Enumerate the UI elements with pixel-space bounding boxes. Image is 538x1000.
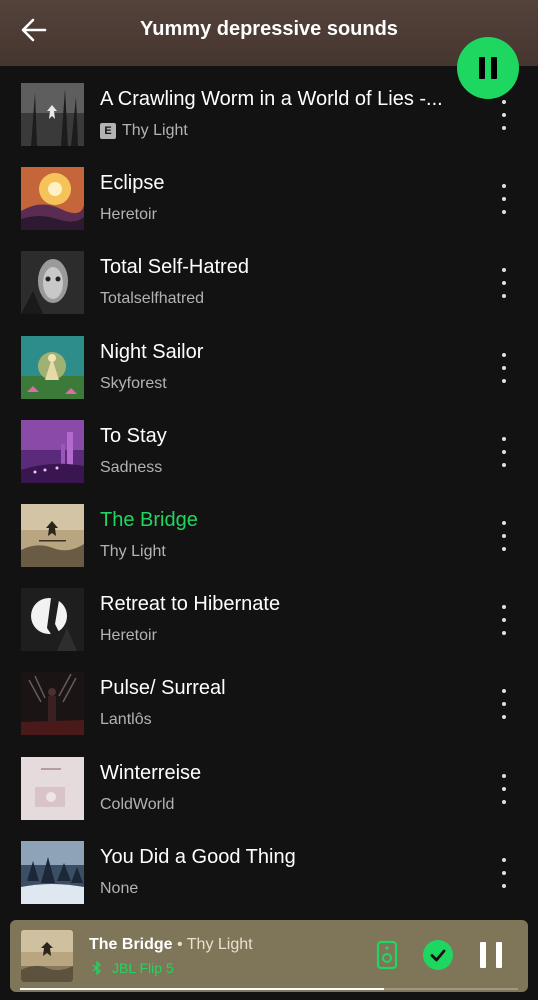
device-name: JBL Flip 5 bbox=[112, 960, 174, 976]
track-title: Pulse/ Surreal bbox=[100, 677, 226, 700]
track-title: A Crawling Worm in a World of Lies -... bbox=[100, 88, 443, 110]
track-title: Retreat to Hibernate bbox=[100, 593, 281, 616]
mini-pause-button[interactable] bbox=[480, 942, 502, 968]
album-cover bbox=[21, 335, 84, 399]
more-options-icon[interactable] bbox=[494, 773, 514, 804]
track-row[interactable]: Retreat to Hibernate Heretoir bbox=[0, 571, 538, 655]
track-artist: Skyforest bbox=[100, 374, 167, 392]
playlist-pause-button[interactable] bbox=[457, 37, 519, 99]
track-artist: Sadness bbox=[100, 458, 163, 476]
now-playing-separator: • bbox=[172, 936, 187, 953]
track-row[interactable]: The Bridge Thy Light bbox=[0, 487, 538, 571]
playback-progress-fill bbox=[20, 988, 384, 990]
track-title: The Bridge bbox=[100, 508, 198, 531]
album-cover bbox=[21, 588, 84, 652]
explicit-badge: E bbox=[100, 123, 116, 139]
now-playing-title: The Bridge bbox=[89, 936, 173, 953]
more-options-icon[interactable] bbox=[494, 268, 514, 299]
track-title: Night Sailor bbox=[100, 340, 204, 363]
track-title: Winterreise bbox=[100, 761, 202, 784]
track-row[interactable]: To Stay Sadness bbox=[0, 403, 538, 487]
playlist-screen: Yummy depressive sounds A Crawling Worm … bbox=[0, 0, 538, 1000]
album-cover bbox=[21, 756, 84, 820]
album-cover bbox=[21, 251, 84, 315]
pause-icon bbox=[480, 942, 486, 968]
track-subtitle: None bbox=[100, 880, 138, 898]
playlist-header: Yummy depressive sounds bbox=[0, 0, 538, 66]
track-artist: None bbox=[100, 879, 139, 897]
liked-button[interactable] bbox=[423, 940, 453, 970]
track-row[interactable]: Pulse/ Surreal Lantlôs bbox=[0, 655, 538, 739]
track-subtitle: Skyforest bbox=[100, 375, 167, 393]
bluetooth-icon bbox=[92, 961, 101, 975]
more-options-icon[interactable] bbox=[494, 352, 514, 383]
album-cover bbox=[21, 419, 84, 483]
track-artist: Heretoir bbox=[100, 206, 157, 224]
mini-player[interactable]: The Bridge • Thy Light JBL Flip 5 bbox=[10, 920, 528, 992]
more-options-icon[interactable] bbox=[494, 436, 514, 467]
connected-device[interactable]: JBL Flip 5 bbox=[92, 960, 174, 976]
track-subtitle: E Thy Light bbox=[100, 122, 188, 140]
track-artist: Lantlôs bbox=[100, 711, 152, 729]
more-options-icon[interactable] bbox=[494, 184, 514, 215]
track-row[interactable]: Eclipse Heretoir bbox=[0, 150, 538, 234]
track-subtitle: Thy Light bbox=[100, 543, 166, 561]
track-row[interactable]: Winterreise ColdWorld bbox=[0, 740, 538, 824]
now-playing-artist: Thy Light bbox=[186, 936, 253, 953]
now-playing-cover bbox=[21, 930, 73, 982]
track-subtitle: Totalselfhatred bbox=[100, 290, 204, 308]
pause-icon bbox=[479, 57, 485, 79]
track-row[interactable]: Total Self-Hatred Totalselfhatred bbox=[0, 234, 538, 318]
track-subtitle: Sadness bbox=[100, 459, 162, 477]
track-artist: ColdWorld bbox=[100, 795, 175, 813]
track-title: To Stay bbox=[100, 424, 167, 447]
album-cover bbox=[21, 672, 84, 736]
track-list: A Crawling Worm in a World of Lies -... E… bbox=[0, 66, 538, 908]
track-artist: Thy Light bbox=[100, 542, 166, 560]
track-subtitle: Heretoir bbox=[100, 627, 157, 645]
track-artist: Heretoir bbox=[100, 627, 157, 645]
album-cover bbox=[21, 503, 84, 567]
track-row[interactable]: You Did a Good Thing None bbox=[0, 824, 538, 908]
album-cover bbox=[21, 840, 84, 904]
track-title: You Did a Good Thing bbox=[100, 845, 296, 868]
more-options-icon[interactable] bbox=[494, 605, 514, 636]
more-options-icon[interactable] bbox=[494, 689, 514, 720]
track-subtitle: ColdWorld bbox=[100, 796, 174, 814]
now-playing-text: The Bridge • Thy Light bbox=[89, 936, 253, 954]
album-cover bbox=[21, 83, 84, 146]
page-title: Yummy depressive sounds bbox=[140, 18, 398, 40]
more-options-icon[interactable] bbox=[494, 100, 514, 130]
track-row[interactable]: A Crawling Worm in a World of Lies -... E… bbox=[0, 66, 538, 150]
more-options-icon[interactable] bbox=[494, 520, 514, 551]
more-options-icon[interactable] bbox=[494, 857, 514, 888]
album-cover bbox=[21, 167, 84, 231]
track-artist: Thy Light bbox=[122, 122, 188, 139]
track-title: Eclipse bbox=[100, 172, 165, 195]
connect-device-button[interactable] bbox=[376, 940, 398, 970]
track-artist: Totalselfhatred bbox=[100, 290, 205, 308]
speaker-icon bbox=[376, 940, 398, 970]
playback-progress[interactable] bbox=[20, 988, 518, 990]
checkmark-icon bbox=[430, 949, 446, 962]
track-subtitle: Heretoir bbox=[100, 206, 157, 224]
track-row[interactable]: Night Sailor Skyforest bbox=[0, 319, 538, 403]
track-title: Total Self-Hatred bbox=[100, 256, 249, 279]
track-subtitle: Lantlôs bbox=[100, 711, 152, 729]
